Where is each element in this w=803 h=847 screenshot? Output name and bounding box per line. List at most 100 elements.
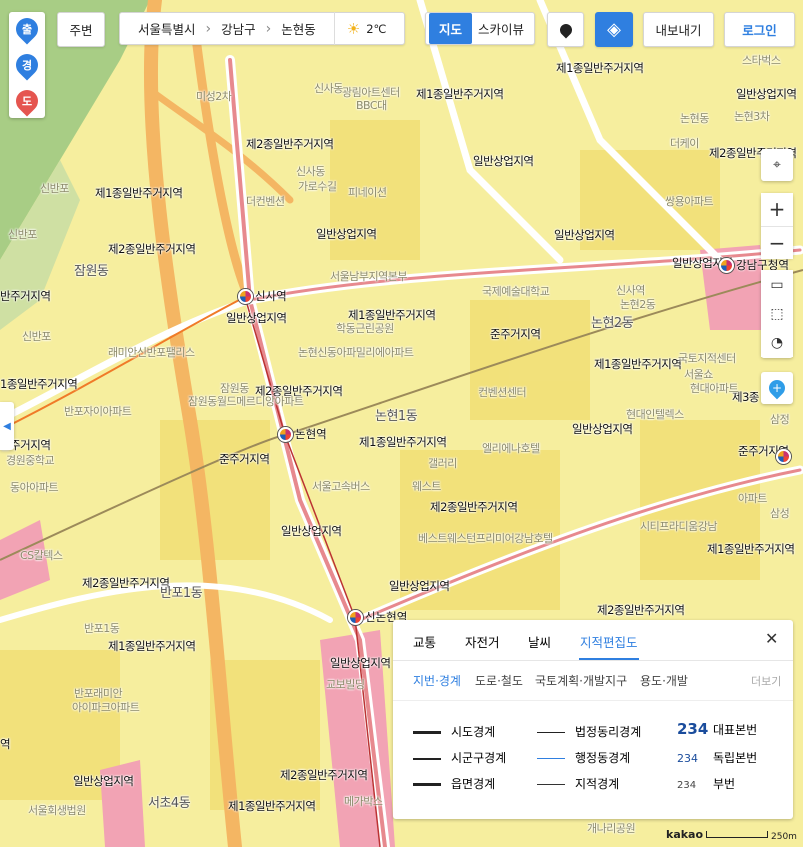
skyview-tab[interactable]: 스카이뷰 <box>472 13 530 44</box>
breadcrumb-district[interactable]: 강남구 <box>221 19 256 38</box>
place-label: 논현3차 <box>734 110 770 123</box>
zoom-in-button[interactable]: + <box>761 193 793 225</box>
kakao-logo: kakao <box>666 828 704 841</box>
place-label: CS칼텍스 <box>20 549 63 562</box>
chevron-right-icon: › <box>265 20 272 37</box>
legend-item: 시도경계 <box>413 723 495 740</box>
subtab-lot-boundary[interactable]: 지번·경계 <box>413 672 461 689</box>
tab-cadastral[interactable]: 지적편집도 <box>580 632 638 651</box>
place-label: 쌍용아파트 <box>665 195 714 208</box>
layers-button[interactable]: ◈ <box>595 12 633 47</box>
breadcrumb-dong[interactable]: 논현동 <box>281 19 316 38</box>
legend-item: 시군구경계 <box>413 749 506 766</box>
place-label: 잠원동월드메르디앙아파트 <box>188 395 304 408</box>
divider <box>333 12 335 45</box>
place-label: 아파트 <box>738 492 767 505</box>
route-end-button[interactable]: 도 <box>11 85 43 117</box>
place-label: 웨스트 <box>412 480 441 493</box>
route-panel: 출 경 도 <box>9 12 45 118</box>
place-label: 삼성 <box>770 507 790 520</box>
scale-bar <box>706 831 768 838</box>
legend-item: 지적경계 <box>537 775 619 792</box>
zoom-control: + − <box>761 193 793 259</box>
layers-icon: ◈ <box>607 19 621 40</box>
ruler-icon: ▭ <box>770 276 784 293</box>
zone-label: 제1종일반주거지역 <box>228 799 316 813</box>
place-label: 아이파크아파트 <box>72 701 140 714</box>
map-tab[interactable]: 지도 <box>429 13 473 44</box>
subtab-land-planning[interactable]: 국토계획·개발지구 <box>535 672 627 689</box>
legend-swatch <box>537 784 565 785</box>
zone-label: 1종일반주거지역 <box>0 377 78 391</box>
zone-label: 일반상업지역 <box>330 656 391 670</box>
login-button[interactable]: 로그인 <box>724 12 795 47</box>
zone-label: 제2종일반주거지역 <box>597 603 685 617</box>
place-label: 시티프라디움강남 <box>640 520 717 533</box>
place-label: 반포1동 <box>84 622 120 635</box>
add-marker-button[interactable]: + <box>761 372 793 404</box>
place-label: 신반포 <box>40 182 69 195</box>
place-label: 더케이 <box>670 137 699 150</box>
place-label: 엘리에나호텔 <box>482 442 540 455</box>
export-button[interactable]: 내보내기 <box>643 12 714 47</box>
zone-label: 제2종일반주거지역 <box>430 500 518 514</box>
zone-label: 제1종일반주거지역 <box>707 542 795 556</box>
legend-item: 읍면경계 <box>413 775 495 792</box>
weather-temp: 2℃ <box>366 21 387 36</box>
place-label: 신사동 <box>296 165 325 178</box>
crosshair-icon: ⌖ <box>773 157 781 173</box>
scale-distance: 250m <box>771 832 797 842</box>
route-start-button[interactable]: 출 <box>11 13 43 45</box>
zone-label: 일반상업지역 <box>281 524 342 538</box>
area-icon: ⬚ <box>770 305 784 322</box>
subtab-road-rail[interactable]: 도로·철도 <box>475 672 523 689</box>
station-marker[interactable] <box>776 449 793 464</box>
subtab-land-use[interactable]: 용도·개발 <box>640 672 688 689</box>
zone-label: 일반상업지역 <box>572 422 633 436</box>
ruler-button[interactable]: ▭ <box>761 270 793 299</box>
tab-bicycle[interactable]: 자전거 <box>465 632 500 651</box>
station-marker[interactable]: 신사역 <box>238 288 287 304</box>
legend-swatch <box>413 757 441 760</box>
place-label: 국토지적센터 <box>678 352 736 365</box>
route-via-button[interactable]: 경 <box>11 49 43 81</box>
place-label: 스타벅스 <box>742 54 781 67</box>
area-button[interactable]: ⬚ <box>761 299 793 328</box>
layer-subtabs: 지번·경계 도로·철도 국토계획·개발지구 용도·개발 더보기 <box>393 660 793 700</box>
legend-swatch <box>537 758 565 759</box>
place-label: 베스트웨스턴프리미어강남호텔 <box>418 532 553 545</box>
tab-weather[interactable]: 날씨 <box>528 632 551 651</box>
radius-button[interactable]: ◔ <box>761 328 793 357</box>
breadcrumb: 서울특별시 › 강남구 › 논현동 ☀ 2℃ <box>119 12 405 45</box>
place-label: 신반포 <box>8 228 37 241</box>
zone-label: 반주거지역 <box>0 289 51 303</box>
place-label: 더컨벤션 <box>246 195 285 208</box>
current-location-button[interactable]: ⌖ <box>761 149 793 181</box>
place-label: 서울고속버스 <box>312 480 370 493</box>
location-pin-icon <box>557 21 574 38</box>
place-label: 가로수길 <box>298 180 337 193</box>
place-label: 현대인텔렉스 <box>626 408 684 421</box>
location-pin-button[interactable] <box>547 12 584 47</box>
legend-swatch <box>537 732 565 733</box>
dong-label: 서초4동 <box>148 796 191 811</box>
nearby-button[interactable]: 주변 <box>57 12 105 47</box>
place-label: 교보빌딩 <box>326 678 365 691</box>
zone-label: 제2종일반주거지역 <box>246 137 334 151</box>
map-type-toggle: 지도 스카이뷰 <box>425 12 535 45</box>
zone-label: 일반상업지역 <box>736 87 797 101</box>
tab-traffic[interactable]: 교통 <box>413 632 436 651</box>
place-label: 메가박스 <box>344 795 383 808</box>
more-link[interactable]: 더보기 <box>751 673 781 689</box>
legend-item: 234 대표본번 <box>677 720 758 738</box>
breadcrumb-city[interactable]: 서울특별시 <box>138 19 196 38</box>
station-marker[interactable]: 논현역 <box>278 426 327 442</box>
place-label: 반포자이아파트 <box>64 405 132 418</box>
sidebar-toggle[interactable]: ◀ <box>0 402 14 450</box>
zoom-out-button[interactable]: − <box>761 226 793 259</box>
chevron-right-icon: › <box>205 20 212 37</box>
dong-label: 잠원동 <box>74 264 109 279</box>
cadastral-layer-panel: 교통 자전거 날씨 지적편집도 ✕ 지번·경계 도로·철도 국토계획·개발지구 … <box>393 620 793 819</box>
dong-label: 논현1동 <box>375 409 418 424</box>
close-icon[interactable]: ✕ <box>765 629 778 648</box>
